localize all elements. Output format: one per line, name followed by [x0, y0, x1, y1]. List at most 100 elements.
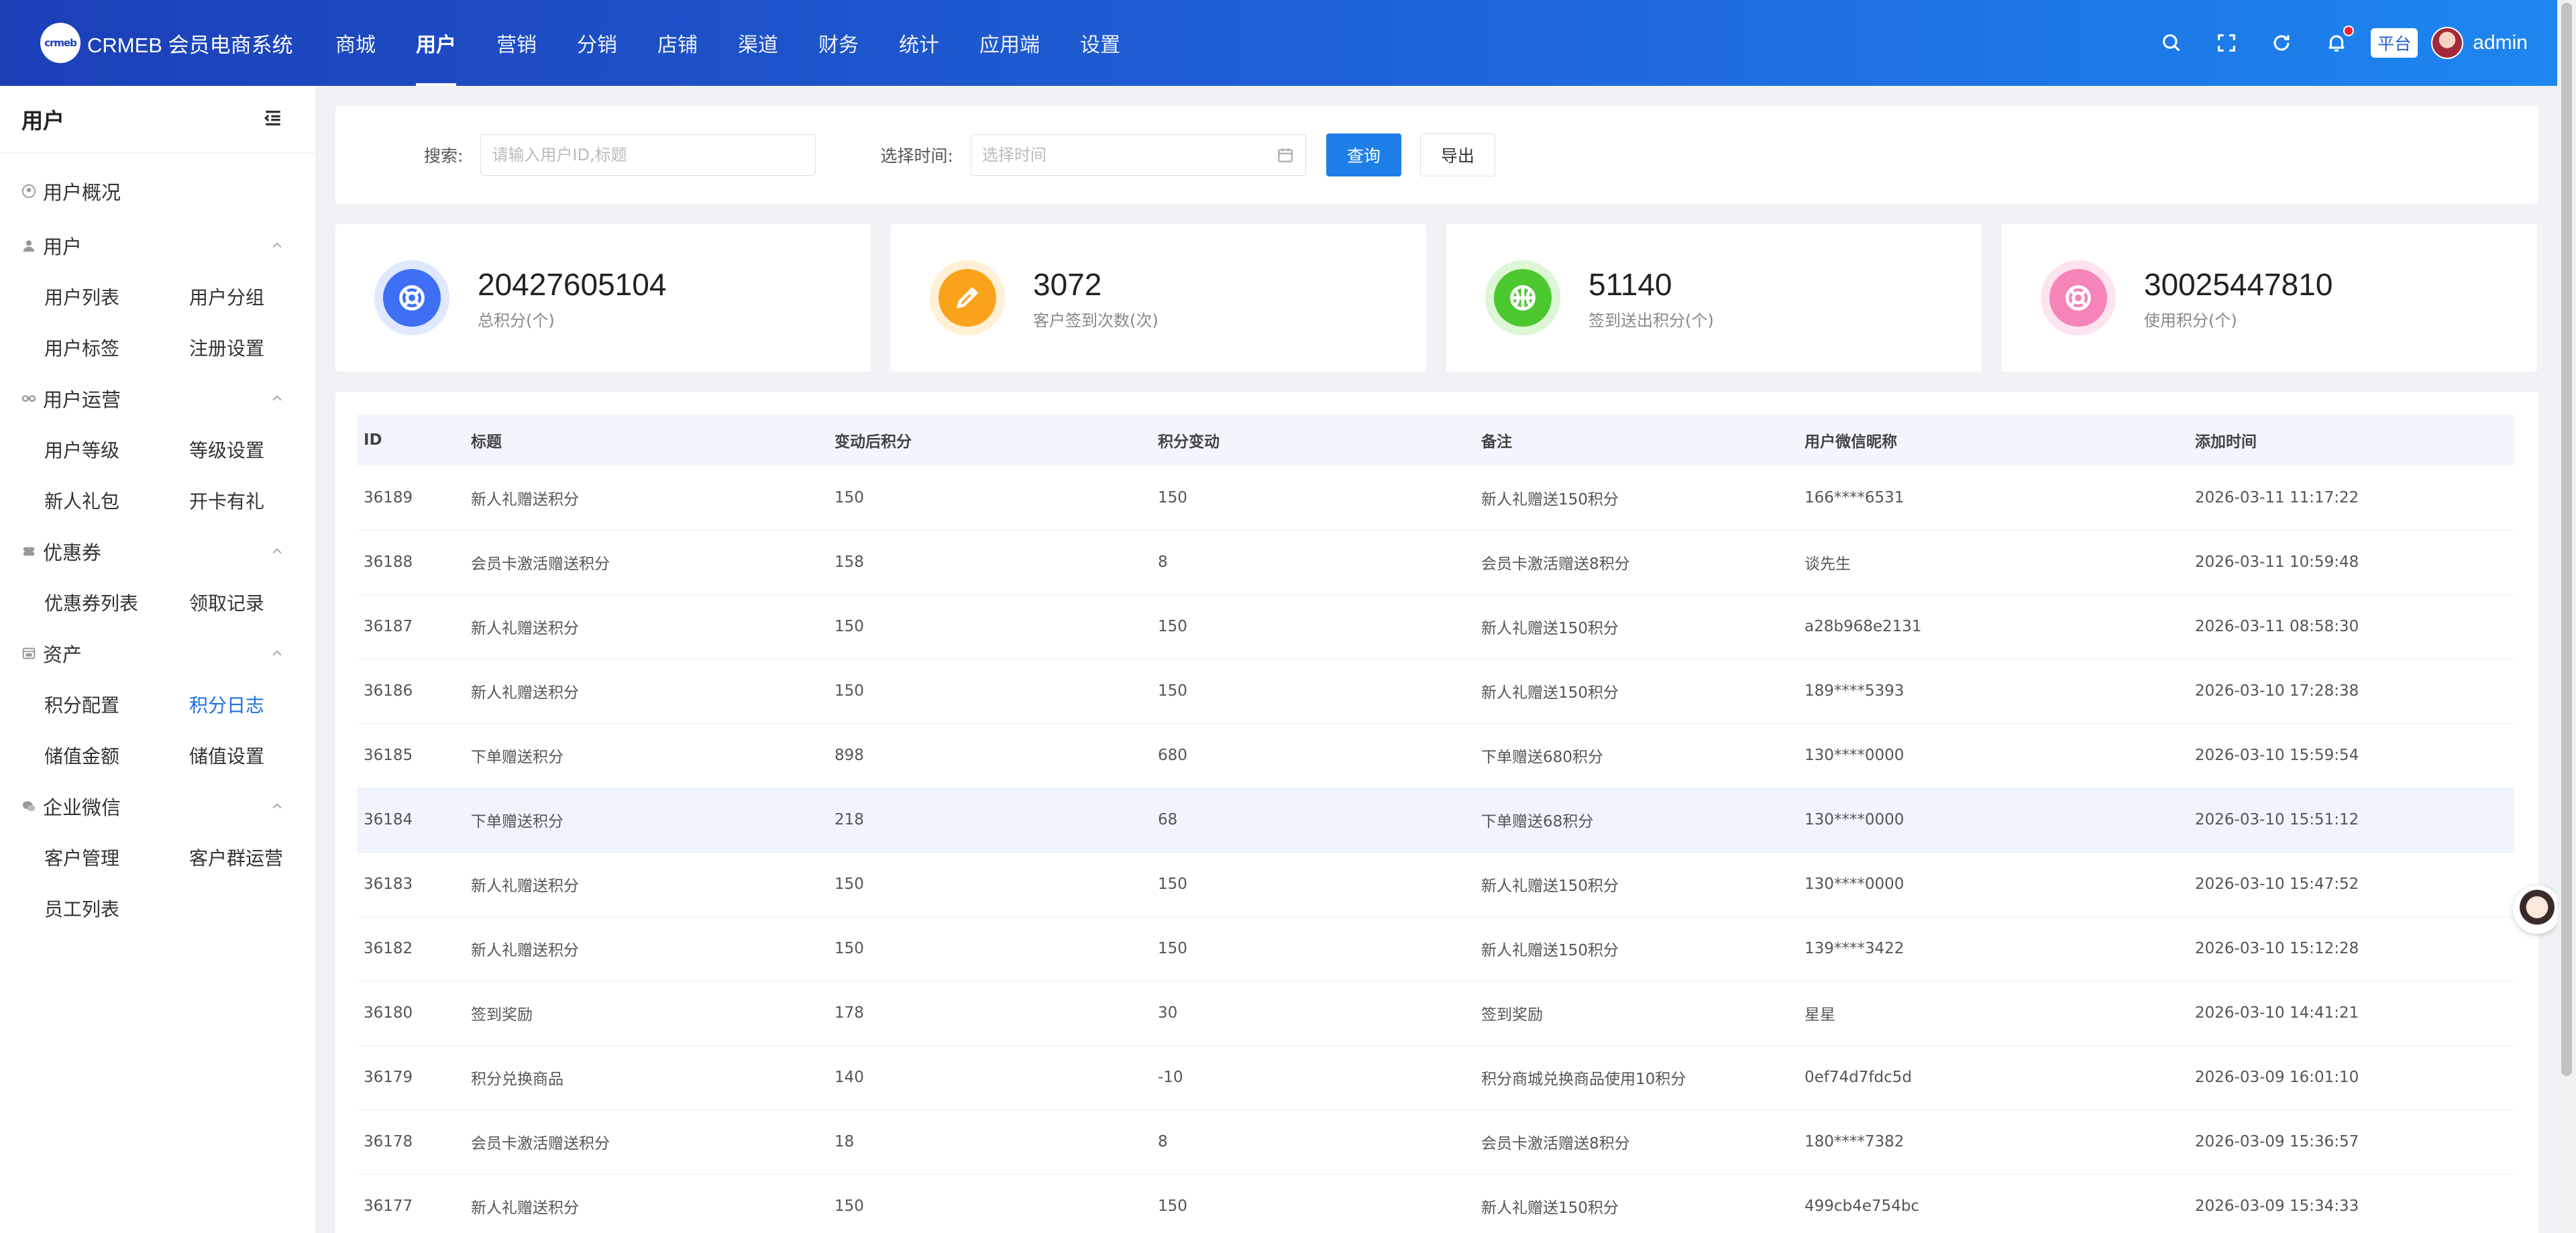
stat-label: 总积分(个): [478, 311, 555, 330]
table-row[interactable]: 36180 签到奖励 178 30 签到奖励 星星 2026-03-10 14:41:21: [357, 981, 2514, 1046]
sidebar-item-coupon-list[interactable]: 优惠券列表: [44, 577, 189, 628]
table-cell: 36182: [357, 916, 464, 981]
sidebar-item-claim-records[interactable]: 领取记录: [189, 577, 334, 628]
col-time[interactable]: 添加时间: [2188, 415, 2514, 466]
table-cell: 158: [828, 530, 1151, 595]
table-cell: 2026-03-11 11:17:22: [2188, 466, 2514, 531]
fullscreen-icon[interactable]: [2213, 30, 2240, 56]
date-picker[interactable]: [970, 134, 1306, 176]
nav-user[interactable]: 用户: [396, 0, 476, 86]
sidebar-item-staff-list[interactable]: 员工列表: [44, 883, 189, 934]
table-cell: 下单赠送积分: [464, 788, 828, 853]
col-nickname[interactable]: 用户微信昵称: [1798, 415, 2188, 466]
table-cell: 星星: [1798, 981, 2188, 1046]
nav-channel[interactable]: 渠道: [718, 0, 798, 86]
table-cell: 36186: [357, 659, 464, 724]
nav-app[interactable]: 应用端: [959, 0, 1060, 86]
sidebar-item-points-config[interactable]: 积分配置: [44, 679, 189, 730]
sidebar-group-wecom[interactable]: 企业微信: [21, 781, 294, 832]
refresh-icon[interactable]: [2268, 30, 2295, 56]
col-change[interactable]: 积分变动: [1151, 415, 1474, 466]
admin-username[interactable]: admin: [2473, 32, 2528, 54]
table-cell: 150: [828, 466, 1151, 531]
col-balance-after[interactable]: 变动后积分: [828, 415, 1151, 466]
sidebar-item-register-settings[interactable]: 注册设置: [189, 322, 334, 373]
table-row[interactable]: 36185 下单赠送积分 898 680 下单赠送680积分 130****0000 202…: [357, 723, 2514, 788]
table-cell: 新人礼赠送积分: [464, 659, 828, 724]
col-remark[interactable]: 备注: [1474, 415, 1798, 466]
table-cell: 新人礼赠送积分: [464, 594, 828, 659]
platform-tag[interactable]: 平台: [2371, 28, 2418, 58]
table-row[interactable]: 36179 积分兑换商品 140 -10 积分商城兑换商品使用10积分 0ef74d7fd…: [357, 1045, 2514, 1110]
sidebar-item-card-gift[interactable]: 开卡有礼: [189, 475, 334, 526]
notification-dot: [2343, 25, 2355, 36]
table-cell: 会员卡激活赠送积分: [464, 1110, 828, 1175]
table-row[interactable]: 36177 新人礼赠送积分 150 150 新人礼赠送150积分 499cb4e754bc…: [357, 1174, 2514, 1233]
collapse-menu-icon[interactable]: [262, 107, 284, 131]
table-cell: 898: [828, 723, 1151, 788]
sidebar-item-user-tags[interactable]: 用户标签: [44, 322, 189, 373]
sidebar-item-level-settings[interactable]: 等级设置: [189, 424, 334, 475]
nav-statistics[interactable]: 统计: [879, 0, 959, 86]
table-row[interactable]: 36189 新人礼赠送积分 150 150 新人礼赠送150积分 166****6531 2…: [357, 466, 2514, 531]
lifebuoy-icon: [383, 269, 441, 327]
group-label: 用户: [43, 235, 83, 258]
table-row[interactable]: 36188 会员卡激活赠送积分 158 8 会员卡激活赠送8积分 谈先生 2026-03-1…: [357, 530, 2514, 595]
table-cell: 8: [1151, 1110, 1474, 1175]
page-scrollbar[interactable]: [2557, 0, 2576, 1233]
table-cell: 130****0000: [1798, 788, 2188, 853]
col-title[interactable]: 标题: [464, 415, 828, 466]
table-row[interactable]: 36187 新人礼赠送积分 150 150 新人礼赠送150积分 a28b968e2131…: [357, 594, 2514, 659]
sidebar-group-assets[interactable]: 资产: [21, 628, 294, 679]
sidebar-item-customer-groups[interactable]: 客户群运营: [189, 832, 334, 883]
sidebar-item-customer-management[interactable]: 客户管理: [44, 832, 189, 883]
sidebar-item-overview[interactable]: 用户概况: [21, 162, 294, 220]
sidebar-item-points-log[interactable]: 积分日志: [189, 679, 334, 730]
sidebar-group-coupon[interactable]: 优惠券: [21, 526, 294, 577]
sidebar-item-newcomer-gift[interactable]: 新人礼包: [44, 475, 189, 526]
bell-icon[interactable]: [2323, 25, 2355, 56]
table-cell: 30: [1151, 981, 1474, 1046]
customer-service-avatar[interactable]: [2513, 886, 2561, 934]
export-button[interactable]: 导出: [1419, 133, 1495, 176]
col-id[interactable]: ID: [357, 415, 464, 466]
search-icon[interactable]: [2158, 30, 2185, 56]
sidebar-group-user-ops[interactable]: 用户运营: [21, 373, 294, 424]
sidebar-item-user-list[interactable]: 用户列表: [44, 271, 189, 322]
table-cell: a28b968e2131: [1798, 594, 2188, 659]
table-row[interactable]: 36186 新人礼赠送积分 150 150 新人礼赠送150积分 189****5393 2…: [357, 659, 2514, 724]
table-cell: 8: [1151, 530, 1474, 595]
stat-text: 51140 签到送出积分(个): [1589, 266, 1714, 331]
nav-finance[interactable]: 财务: [798, 0, 879, 86]
chevron-up-icon: [270, 234, 284, 257]
nav-distribution[interactable]: 分销: [557, 0, 637, 86]
sidebar-item-balance-settings[interactable]: 储值设置: [189, 730, 334, 781]
table-cell: 2026-03-10 14:41:21: [2188, 981, 2514, 1046]
query-button[interactable]: 查询: [1326, 133, 1401, 176]
avatar[interactable]: [2431, 27, 2464, 59]
table-cell: 新人礼赠送150积分: [1474, 916, 1798, 981]
table-cell: 150: [828, 1174, 1151, 1233]
search-input[interactable]: [480, 134, 816, 176]
nav-settings[interactable]: 设置: [1060, 0, 1140, 86]
sidebar-item-balance-amount[interactable]: 储值金额: [44, 730, 189, 781]
scrollbar-thumb[interactable]: [2561, 3, 2572, 1076]
table-cell: 150: [1151, 1174, 1474, 1233]
sidebar-group-user[interactable]: 用户: [21, 220, 294, 271]
stat-value: 20427605104: [478, 266, 667, 302]
sidebar-item-user-group[interactable]: 用户分组: [189, 271, 334, 322]
table-row[interactable]: 36178 会员卡激活赠送积分 18 8 会员卡激活赠送8积分 180****7382 20…: [357, 1110, 2514, 1175]
date-input[interactable]: [970, 134, 1306, 176]
table-row[interactable]: 36184 下单赠送积分 218 68 下单赠送68积分 130****0000 2026-…: [357, 788, 2514, 853]
sidebar-item-user-level[interactable]: 用户等级: [44, 424, 189, 475]
submenu-coupon: 优惠券列表 领取记录: [21, 577, 294, 628]
nav-store[interactable]: 店铺: [637, 0, 718, 86]
table-cell: 150: [828, 852, 1151, 917]
brand-logo[interactable]: crmeb CRMEB 会员电商系统: [0, 0, 315, 86]
nav-mall[interactable]: 商城: [315, 0, 396, 86]
table-row[interactable]: 36182 新人礼赠送积分 150 150 新人礼赠送150积分 139****3422 2…: [357, 916, 2514, 981]
table-row[interactable]: 36183 新人礼赠送积分 150 150 新人礼赠送150积分 130****0000 2…: [357, 852, 2514, 917]
nav-marketing[interactable]: 营销: [476, 0, 557, 86]
table-cell: 会员卡激活赠送积分: [464, 530, 828, 595]
sidebar-menu: 用户概况 用户 用户列表 用户分组 用户标签 注册设置 用户运营 用户等级 等级…: [0, 162, 316, 934]
